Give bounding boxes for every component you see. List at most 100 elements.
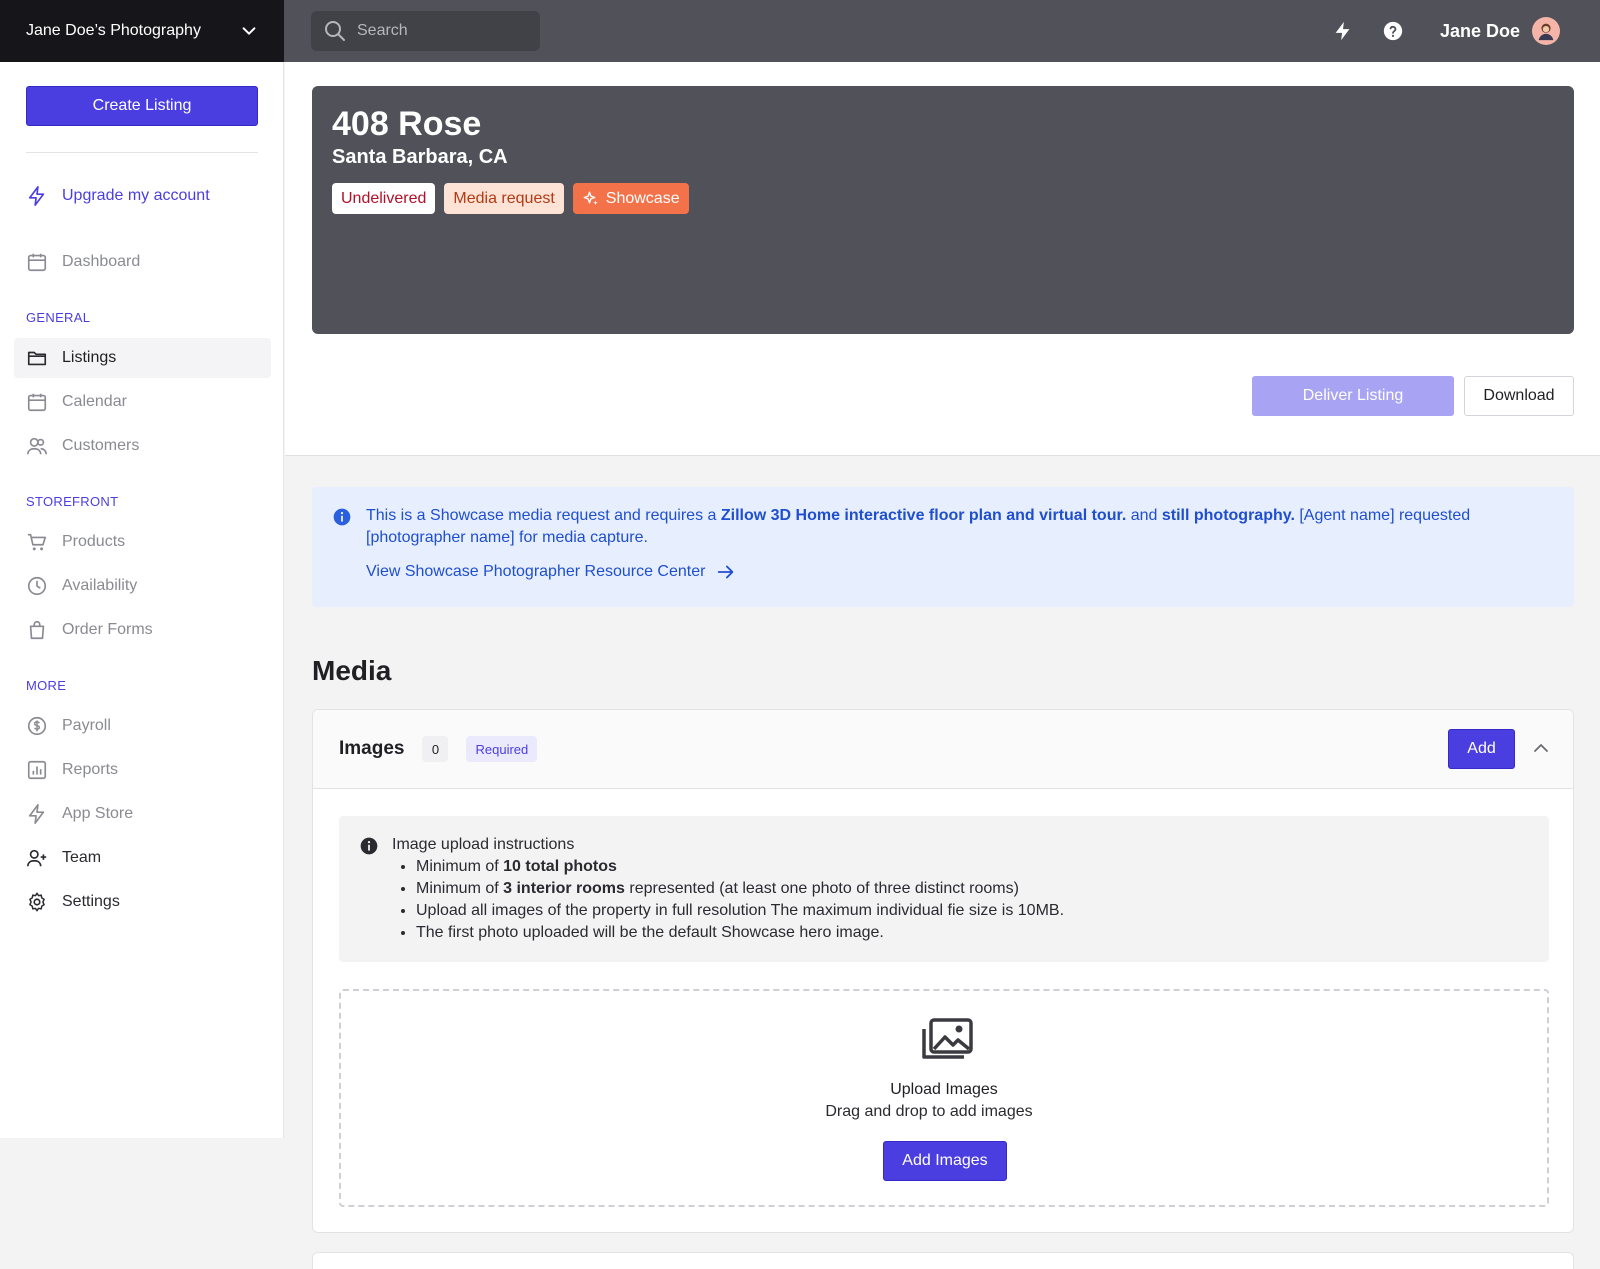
showcase-label: Showcase: [605, 189, 680, 207]
dollar-icon: [27, 716, 47, 736]
shopping-bag-icon: [29, 620, 45, 640]
sidebar-item-app-store[interactable]: App Store: [14, 794, 271, 834]
section-label-general: GENERAL: [26, 310, 91, 325]
avatar[interactable]: [1532, 17, 1560, 45]
sidebar: Create Listing Upgrade my account Dashbo…: [0, 62, 284, 1138]
next-media-card: [312, 1252, 1574, 1269]
section-label-storefront: STOREFRONT: [26, 494, 119, 509]
showcase-notice: This is a Showcase media request and req…: [312, 487, 1574, 607]
sidebar-item-team[interactable]: Team: [14, 838, 271, 878]
users-icon: [27, 437, 47, 455]
sidebar-item-label: Upgrade my account: [62, 187, 210, 204]
info-icon: [360, 837, 378, 855]
deliver-listing-button[interactable]: Deliver Listing: [1252, 376, 1454, 416]
media-request-badge: Media request: [444, 183, 564, 214]
sidebar-item-reports[interactable]: Reports: [14, 750, 271, 790]
chevron-down-icon: [242, 27, 256, 35]
sidebar-item-products[interactable]: Products: [14, 522, 271, 562]
bolt-icon: [28, 186, 45, 206]
sidebar-item-label: Products: [62, 533, 126, 550]
images-card-header[interactable]: Images 0 Required Add: [313, 710, 1573, 789]
cart-icon: [27, 533, 47, 551]
calendar-icon: [27, 393, 47, 412]
sidebar-item-label: Customers: [62, 437, 140, 454]
sidebar-item-availability[interactable]: Availability: [14, 566, 271, 606]
chart-icon: [27, 760, 47, 780]
listing-location: Santa Barbara, CA: [332, 146, 508, 168]
rule-text: Minimum of: [416, 880, 504, 897]
sidebar-item-calendar[interactable]: Calendar: [14, 382, 271, 422]
gear-icon: [29, 892, 45, 912]
sidebar-item-dashboard[interactable]: Dashboard: [14, 242, 271, 282]
notice-bold-part: Zillow 3D Home interactive floor plan an…: [720, 507, 1127, 524]
listing-hero: 408 Rose Santa Barbara, CA Undelivered M…: [312, 86, 1574, 334]
folder-icon: [27, 351, 47, 366]
avatar-icon: [1538, 23, 1554, 41]
image-dropzone[interactable]: Upload Images Drag and drop to add image…: [339, 989, 1549, 1207]
list-item: Minimum of 3 interior rooms represented …: [416, 878, 1529, 900]
rule-bold: 10 total photos: [503, 858, 617, 875]
resource-center-link[interactable]: View Showcase Photographer Resource Cent…: [366, 561, 1554, 583]
sidebar-item-settings[interactable]: Settings: [14, 882, 271, 922]
sidebar-item-label: Dashboard: [62, 253, 141, 270]
sidebar-item-customers[interactable]: Customers: [14, 426, 271, 466]
bolt-icon[interactable]: [1332, 20, 1354, 42]
sidebar-item-label: Settings: [62, 893, 120, 910]
notice-bold-part: still photography.: [1161, 507, 1295, 524]
create-listing-button[interactable]: Create Listing: [26, 86, 258, 126]
instructions-title: Image upload instructions: [392, 836, 575, 853]
instructions-list: Minimum of 10 total photos Minimum of 3 …: [392, 856, 1529, 944]
sidebar-item-label: Order Forms: [62, 621, 153, 638]
upload-title: Upload Images: [890, 1081, 998, 1098]
upload-instructions: Image upload instructions Minimum of 10 …: [339, 816, 1549, 962]
list-item: Upload all images of the property in ful…: [416, 900, 1529, 922]
resource-center-label: View Showcase Photographer Resource Cent…: [366, 563, 706, 580]
sidebar-item-label: Availability: [62, 577, 138, 594]
download-button[interactable]: Download: [1464, 376, 1574, 416]
search-icon: [325, 21, 345, 41]
sidebar-item-label: Team: [62, 849, 102, 866]
sidebar-item-upgrade[interactable]: Upgrade my account: [14, 176, 271, 216]
sidebar-item-label: App Store: [62, 805, 134, 822]
rule-text: Minimum of: [416, 858, 504, 875]
sidebar-item-listings[interactable]: Listings: [14, 338, 271, 378]
images-title: Images: [339, 738, 405, 759]
images-icon: [922, 1018, 973, 1059]
notice-text-part: and: [1126, 507, 1162, 524]
required-badge: Required: [466, 736, 538, 762]
rule-bold: 3 interior rooms: [503, 880, 625, 897]
calendar-icon: [27, 253, 47, 272]
user-plus-icon: [27, 849, 47, 867]
status-badge: Undelivered: [332, 183, 436, 214]
images-card: Images 0 Required Add Image upload instr…: [312, 709, 1574, 1233]
media-section-title: Media: [312, 655, 392, 686]
chevron-up-icon[interactable]: [1531, 738, 1551, 758]
sidebar-item-label: Calendar: [62, 393, 127, 410]
upload-subtitle: Drag and drop to add images: [825, 1103, 1033, 1120]
sidebar-divider: [26, 152, 258, 153]
sparkles-icon: [583, 191, 598, 205]
arrow-right-icon: [718, 565, 734, 579]
top-bar: Jane Doe: [284, 0, 1600, 62]
sidebar-item-label: Listings: [62, 349, 117, 366]
search-input[interactable]: [357, 22, 527, 40]
listing-title: 408 Rose: [332, 105, 482, 143]
section-label-more: MORE: [26, 678, 67, 693]
workspace-selector[interactable]: Jane Doe’s Photography: [0, 0, 284, 62]
images-count-badge: 0: [422, 736, 449, 762]
sidebar-item-payroll[interactable]: Payroll: [14, 706, 271, 746]
showcase-badge: Showcase: [572, 183, 689, 214]
help-icon[interactable]: [1382, 20, 1404, 42]
bolt-icon: [28, 804, 45, 824]
add-button[interactable]: Add: [1448, 729, 1515, 769]
user-name[interactable]: Jane Doe: [1440, 21, 1520, 42]
rule-text: represented (at least one photo of three…: [624, 880, 1019, 897]
sidebar-item-label: Payroll: [62, 717, 111, 734]
notice-text-part: This is a Showcase media request and req…: [366, 507, 721, 524]
add-images-button[interactable]: Add Images: [883, 1141, 1007, 1181]
listing-header: 408 Rose Santa Barbara, CA Undelivered M…: [285, 62, 1600, 456]
search-box[interactable]: [311, 11, 540, 51]
list-item: The first photo uploaded will be the def…: [416, 922, 1529, 944]
sidebar-item-order-forms[interactable]: Order Forms: [14, 610, 271, 650]
sidebar-item-label: Reports: [62, 761, 119, 778]
